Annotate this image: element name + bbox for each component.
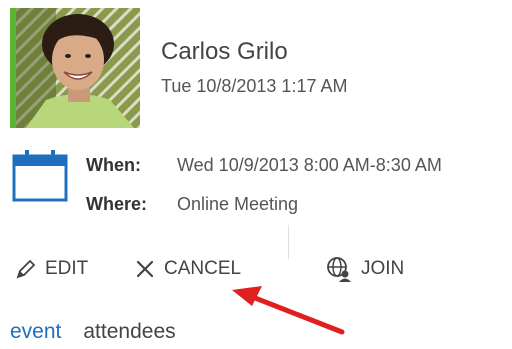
sent-time: Tue 10/8/2013 1:17 AM <box>161 76 348 96</box>
join-label: JOIN <box>361 258 405 279</box>
when-value: Wed 10/9/2013 8:00 AM-8:30 AM <box>177 155 442 175</box>
cancel-label: CANCEL <box>164 258 242 279</box>
avatar-image <box>16 8 140 128</box>
where-label: Where: <box>86 194 148 214</box>
avatar[interactable] <box>16 8 140 128</box>
tab-event[interactable]: event <box>10 320 61 344</box>
close-icon <box>136 260 154 278</box>
sender-name[interactable]: Carlos Grilo <box>161 38 288 66</box>
join-button[interactable]: JOIN <box>325 256 404 282</box>
edit-button[interactable]: EDIT <box>15 256 88 282</box>
globe-user-icon <box>327 257 351 282</box>
cancel-button[interactable]: CANCEL <box>134 256 241 282</box>
when-label: When: <box>86 155 141 175</box>
tab-bar: event attendees <box>10 320 198 344</box>
tab-attendees[interactable]: attendees <box>83 320 175 344</box>
pencil-icon <box>16 259 36 279</box>
calendar-icon <box>12 148 68 209</box>
edit-label: EDIT <box>45 258 89 279</box>
where-value: Online Meeting <box>177 194 299 214</box>
divider <box>288 225 289 259</box>
